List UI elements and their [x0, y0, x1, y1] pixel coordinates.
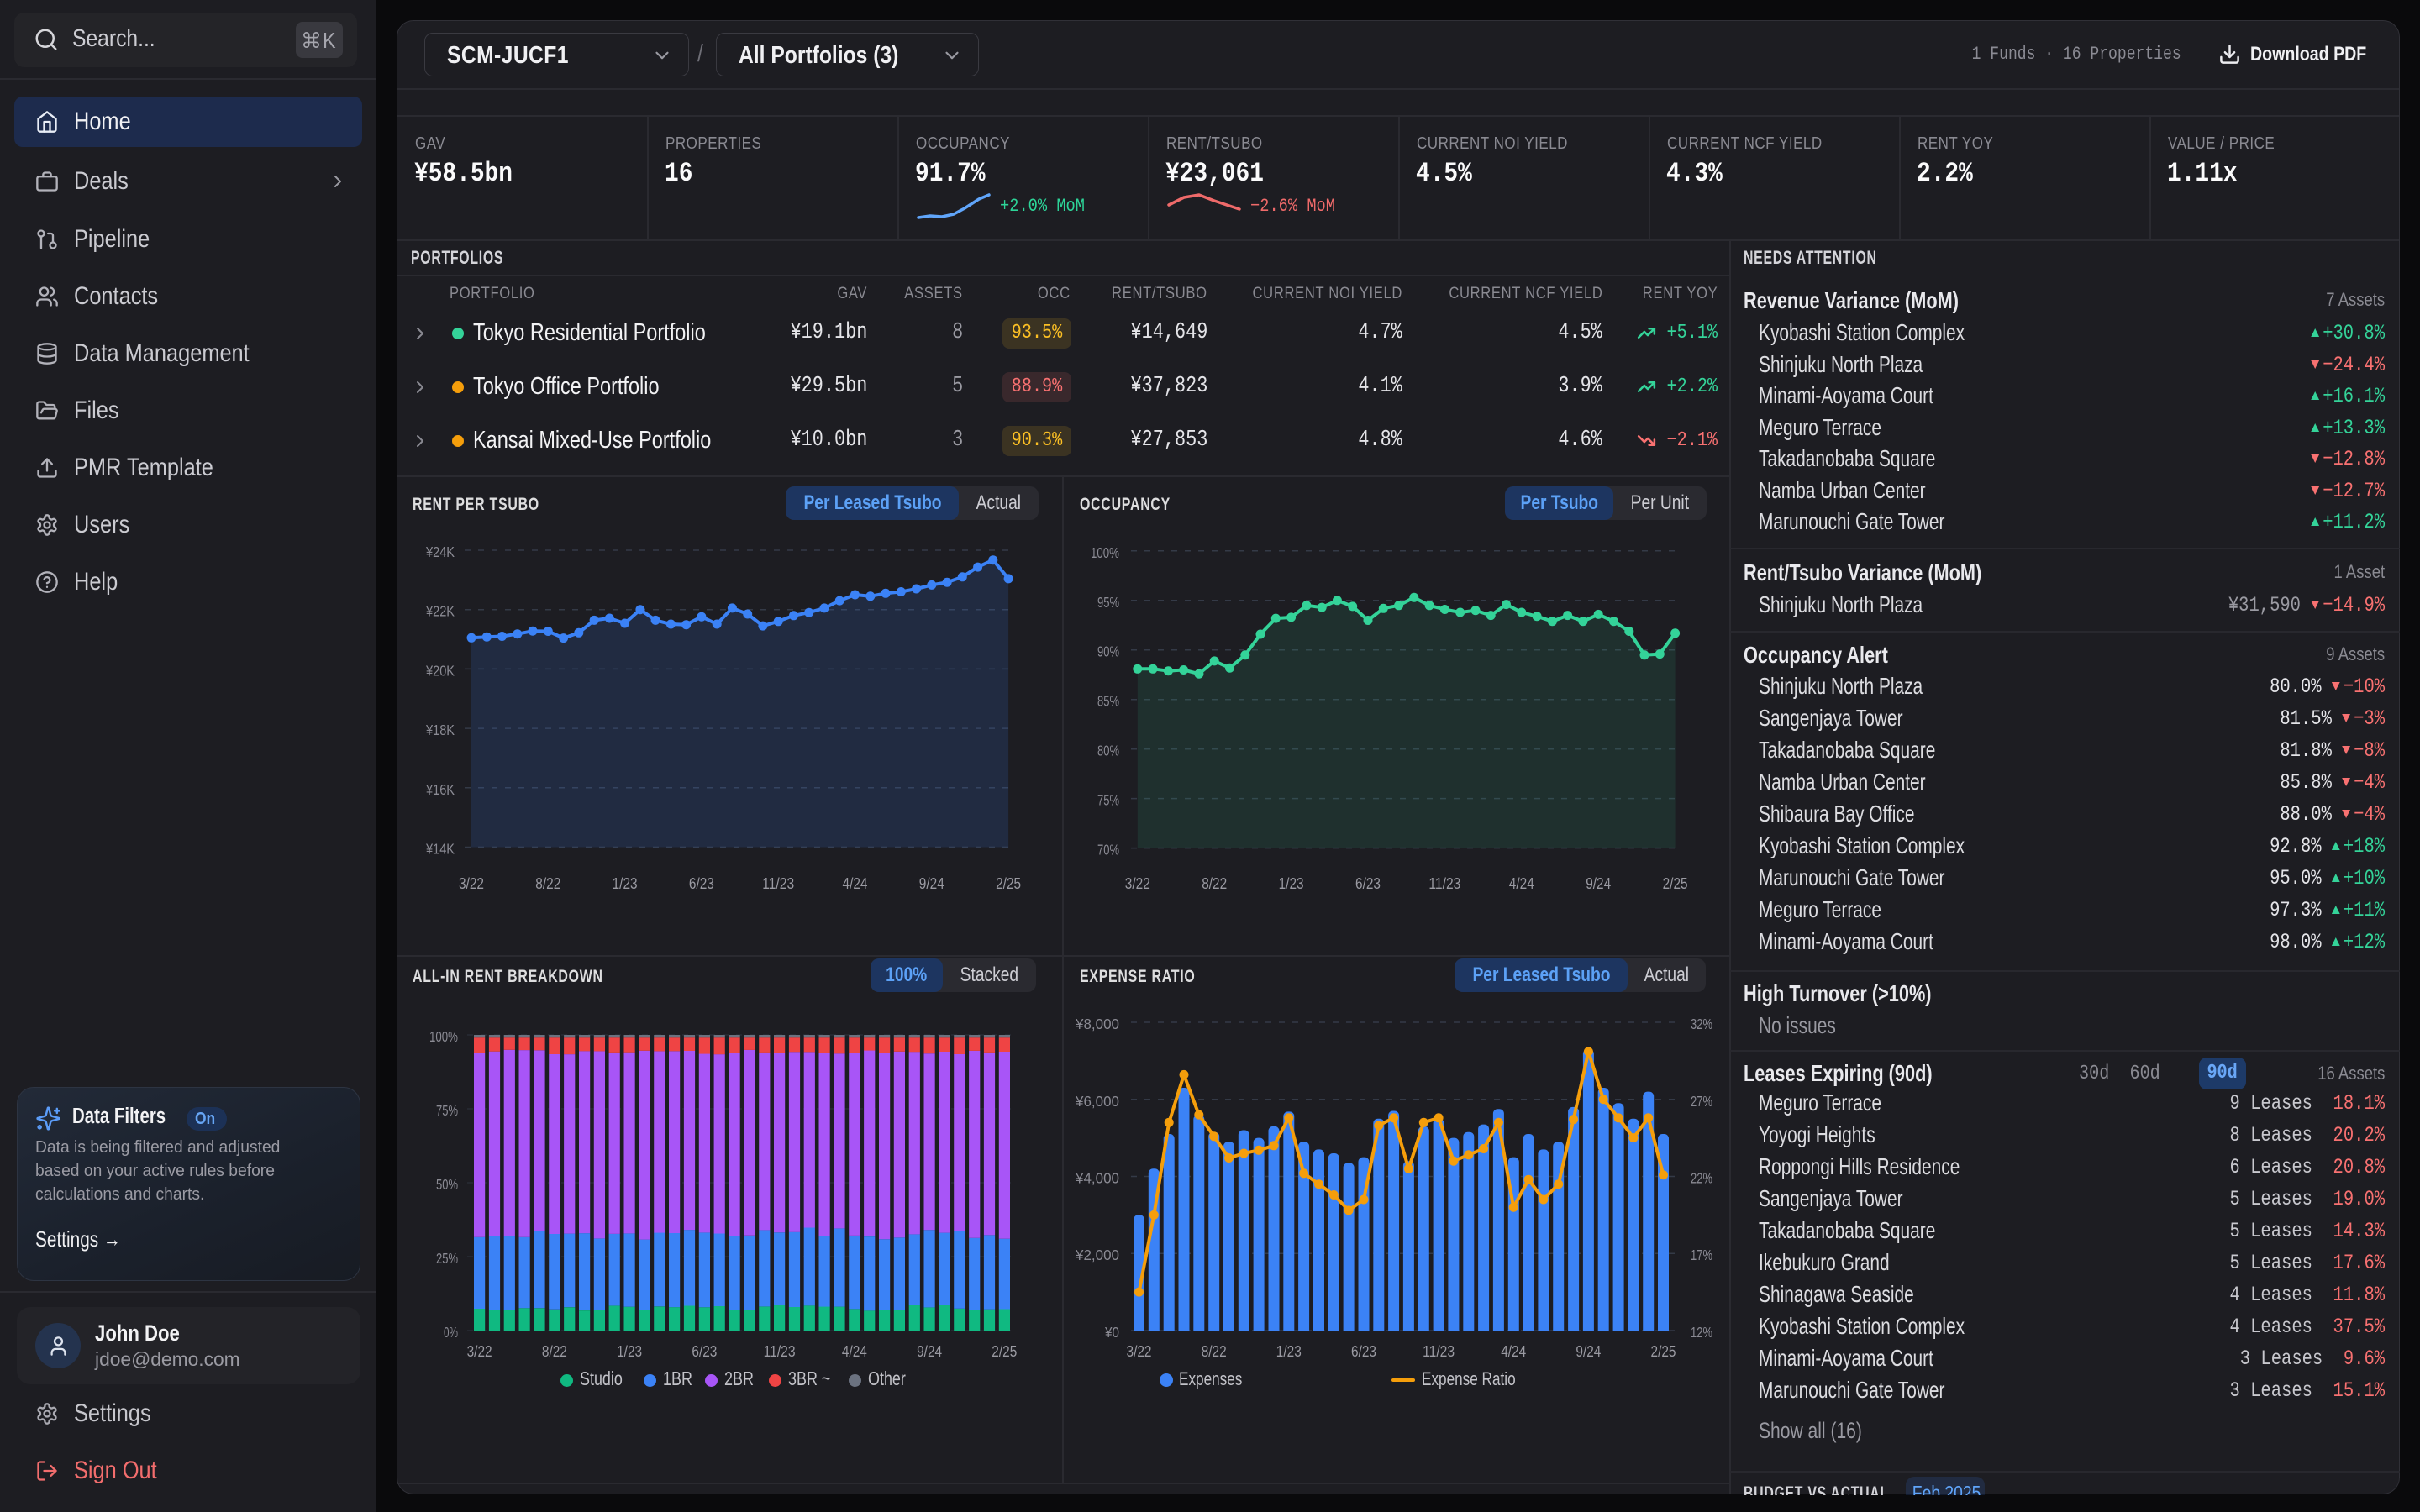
svg-text:11/23: 11/23: [762, 875, 794, 892]
svg-text:4/24: 4/24: [1501, 1343, 1526, 1360]
svg-text:9/24: 9/24: [917, 1343, 942, 1360]
svg-text:1/23: 1/23: [1276, 1343, 1302, 1360]
svg-text:3/22: 3/22: [467, 1343, 492, 1360]
svg-text:¥0: ¥0: [1104, 1324, 1119, 1341]
svg-text:9/24: 9/24: [1576, 1343, 1601, 1360]
svg-text:2/25: 2/25: [992, 1343, 1017, 1360]
svg-text:70%: 70%: [1097, 842, 1119, 858]
svg-text:¥14K: ¥14K: [425, 841, 455, 858]
svg-text:6/23: 6/23: [692, 1343, 717, 1360]
svg-text:50%: 50%: [436, 1176, 458, 1193]
svg-text:9/24: 9/24: [1586, 875, 1611, 892]
svg-text:22%: 22%: [1691, 1170, 1712, 1187]
svg-text:95%: 95%: [1097, 594, 1119, 611]
svg-text:85%: 85%: [1097, 693, 1119, 710]
svg-text:32%: 32%: [1691, 1016, 1712, 1032]
svg-text:2/25: 2/25: [1651, 1343, 1676, 1360]
svg-text:4/24: 4/24: [1509, 875, 1534, 892]
svg-text:3/22: 3/22: [459, 875, 484, 892]
svg-text:6/23: 6/23: [1351, 1343, 1376, 1360]
svg-text:¥24K: ¥24K: [425, 543, 455, 560]
svg-text:17%: 17%: [1691, 1247, 1712, 1263]
svg-text:80%: 80%: [1097, 743, 1119, 759]
svg-text:11/23: 11/23: [1423, 1343, 1455, 1360]
svg-text:25%: 25%: [436, 1250, 458, 1267]
svg-text:8/22: 8/22: [1202, 1343, 1227, 1360]
svg-text:100%: 100%: [1091, 544, 1119, 561]
svg-text:4/24: 4/24: [842, 1343, 867, 1360]
svg-text:3/22: 3/22: [1127, 1343, 1152, 1360]
svg-text:4/24: 4/24: [843, 875, 868, 892]
svg-text:8/22: 8/22: [535, 875, 560, 892]
svg-text:8/22: 8/22: [542, 1343, 567, 1360]
svg-text:¥8,000: ¥8,000: [1075, 1016, 1119, 1032]
svg-text:100%: 100%: [429, 1028, 458, 1045]
svg-text:27%: 27%: [1691, 1093, 1712, 1110]
svg-text:¥20K: ¥20K: [425, 662, 455, 679]
svg-text:6/23: 6/23: [1355, 875, 1381, 892]
svg-text:12%: 12%: [1691, 1324, 1712, 1341]
svg-text:¥18K: ¥18K: [425, 722, 455, 738]
svg-text:6/23: 6/23: [689, 875, 714, 892]
svg-text:8/22: 8/22: [1202, 875, 1227, 892]
svg-text:11/23: 11/23: [764, 1343, 796, 1360]
svg-text:1/23: 1/23: [617, 1343, 642, 1360]
svg-text:0%: 0%: [444, 1324, 458, 1341]
svg-text:¥22K: ¥22K: [425, 603, 455, 620]
svg-text:1/23: 1/23: [1279, 875, 1304, 892]
svg-text:11/23: 11/23: [1428, 875, 1460, 892]
svg-text:9/24: 9/24: [919, 875, 944, 892]
svg-text:¥4,000: ¥4,000: [1075, 1170, 1119, 1187]
svg-text:2/25: 2/25: [996, 875, 1021, 892]
svg-text:¥16K: ¥16K: [425, 781, 455, 798]
svg-text:1/23: 1/23: [613, 875, 638, 892]
svg-text:75%: 75%: [436, 1102, 458, 1119]
svg-text:90%: 90%: [1097, 643, 1119, 660]
svg-text:¥6,000: ¥6,000: [1075, 1093, 1119, 1110]
svg-text:¥2,000: ¥2,000: [1075, 1247, 1119, 1263]
svg-text:2/25: 2/25: [1663, 875, 1688, 892]
svg-text:75%: 75%: [1097, 792, 1119, 809]
svg-text:3/22: 3/22: [1125, 875, 1150, 892]
